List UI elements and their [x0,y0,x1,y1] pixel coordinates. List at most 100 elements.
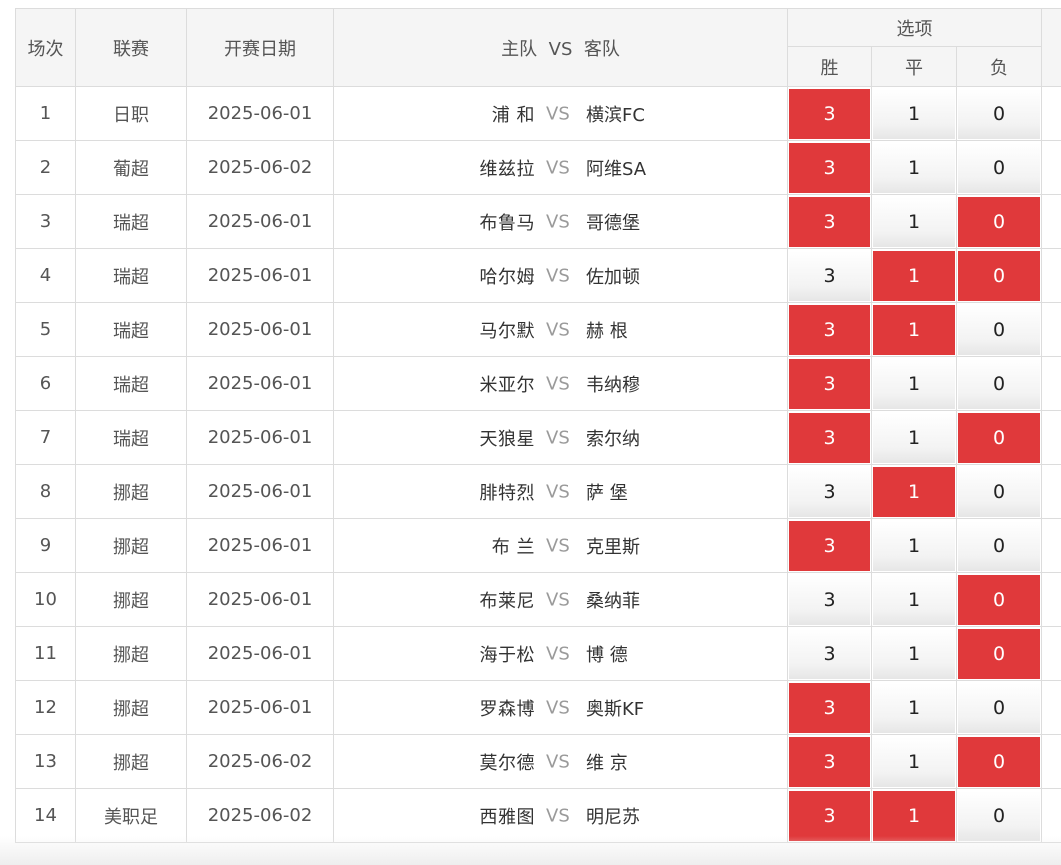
draw-option[interactable]: 1 [873,196,955,247]
match-date: 2025-06-02 [186,788,334,843]
league: 美职足 [75,788,187,843]
lose-option[interactable]: 0 [958,196,1041,247]
lose-option-cell: 0 [955,680,1043,735]
draw-option[interactable]: 1 [873,520,955,571]
win-option-cell: 3 [787,302,872,357]
draw-option[interactable]: 1 [873,304,955,355]
win-option[interactable]: 3 [789,736,870,787]
match-table: 场次 联赛 开赛日期 主队 VS 客队 选项 胜 平 负 1 日职 2025-06-… [15,8,1061,843]
draw-option[interactable]: 1 [873,250,955,301]
lose-option[interactable]: 0 [958,574,1041,625]
league: 瑞超 [75,248,187,303]
lose-option[interactable]: 0 [958,736,1041,787]
match-no: 14 [15,788,76,843]
draw-option-cell: 1 [871,410,957,465]
win-option[interactable]: 3 [789,574,870,625]
win-option[interactable]: 3 [789,304,870,355]
win-option[interactable]: 3 [789,250,870,301]
teams-cell: 哈尔姆 VS 佐加顿 [333,248,788,303]
lose-option[interactable]: 0 [958,790,1041,841]
win-option-cell: 3 [787,140,872,195]
vs-label: VS [546,805,570,826]
draw-option[interactable]: 1 [873,574,955,625]
league: 瑞超 [75,356,187,411]
home-team: 莫尔德 [479,752,535,774]
row-extra [1041,572,1061,627]
row-extra [1041,248,1061,303]
lose-option[interactable]: 0 [958,682,1041,733]
draw-option-cell: 1 [871,626,957,681]
match-date: 2025-06-01 [186,518,334,573]
lose-option[interactable]: 0 [958,88,1041,139]
lose-option-cell: 0 [955,464,1043,519]
match-no: 8 [15,464,76,519]
win-option[interactable]: 3 [789,682,870,733]
win-option[interactable]: 3 [789,88,870,139]
away-team: 赫 根 [586,320,628,342]
draw-option[interactable]: 1 [873,358,955,409]
win-option[interactable]: 3 [789,196,870,247]
win-option[interactable]: 3 [789,520,870,571]
lose-option-cell: 0 [955,626,1043,681]
lose-option[interactable]: 0 [958,250,1041,301]
teams-cell: 浦 和 VS 横滨FC [333,86,788,141]
draw-option[interactable]: 1 [873,736,955,787]
lose-option-cell: 0 [955,356,1043,411]
vs-label: VS [546,319,570,340]
home-team: 浦 和 [491,104,535,126]
lose-option[interactable]: 0 [958,142,1041,193]
lose-option-cell: 0 [955,572,1043,627]
lose-option[interactable]: 0 [958,412,1041,463]
table-row: 4 瑞超 2025-06-01 哈尔姆 VS 佐加顿 310 [15,248,1061,303]
draw-option[interactable]: 1 [873,628,955,679]
win-option[interactable]: 3 [789,412,870,463]
match-date: 2025-06-01 [186,86,334,141]
vs-label: VS [546,157,570,178]
win-option[interactable]: 3 [789,628,870,679]
win-option-cell: 3 [787,194,872,249]
lose-option-cell: 0 [955,248,1043,303]
lose-option[interactable]: 0 [958,358,1041,409]
row-extra [1041,464,1061,519]
league: 挪超 [75,734,187,789]
teams-cell: 海于松 VS 博 德 [333,626,788,681]
teams-cell: 罗森博 VS 奥斯KF [333,680,788,735]
win-option[interactable]: 3 [789,142,870,193]
draw-option[interactable]: 1 [873,466,955,517]
vs-label: VS [546,427,570,448]
match-no: 10 [15,572,76,627]
match-date: 2025-06-01 [186,410,334,465]
draw-option[interactable]: 1 [873,682,955,733]
teams-cell: 西雅图 VS 明尼苏 [333,788,788,843]
league: 挪超 [75,626,187,681]
header-away: 客队 [583,38,620,60]
header-match-no: 场次 [15,8,76,87]
win-option[interactable]: 3 [789,358,870,409]
home-team: 米亚尔 [479,374,535,396]
lose-option[interactable]: 0 [958,628,1041,679]
header-home: 主队 [501,38,538,60]
header-extra [1041,8,1061,87]
header-draw: 平 [871,46,957,87]
vs-label: VS [546,535,570,556]
row-extra [1041,410,1061,465]
league: 葡超 [75,140,187,195]
draw-option[interactable]: 1 [873,142,955,193]
away-team: 佐加顿 [586,266,640,288]
draw-option[interactable]: 1 [873,790,955,841]
away-team: 哥德堡 [586,212,640,234]
win-option[interactable]: 3 [789,790,870,841]
table-row: 2 葡超 2025-06-02 维兹拉 VS 阿维SA 310 [15,140,1061,195]
lose-option-cell: 0 [955,140,1043,195]
lose-option[interactable]: 0 [958,520,1041,571]
teams-cell: 米亚尔 VS 韦纳穆 [333,356,788,411]
bottom-fade [0,836,1061,865]
win-option[interactable]: 3 [789,466,870,517]
draw-option[interactable]: 1 [873,412,955,463]
league: 日职 [75,86,187,141]
home-team: 罗森博 [479,698,535,720]
lose-option[interactable]: 0 [958,466,1041,517]
away-team: 阿维SA [586,158,647,180]
lose-option[interactable]: 0 [958,304,1041,355]
draw-option[interactable]: 1 [873,88,955,139]
